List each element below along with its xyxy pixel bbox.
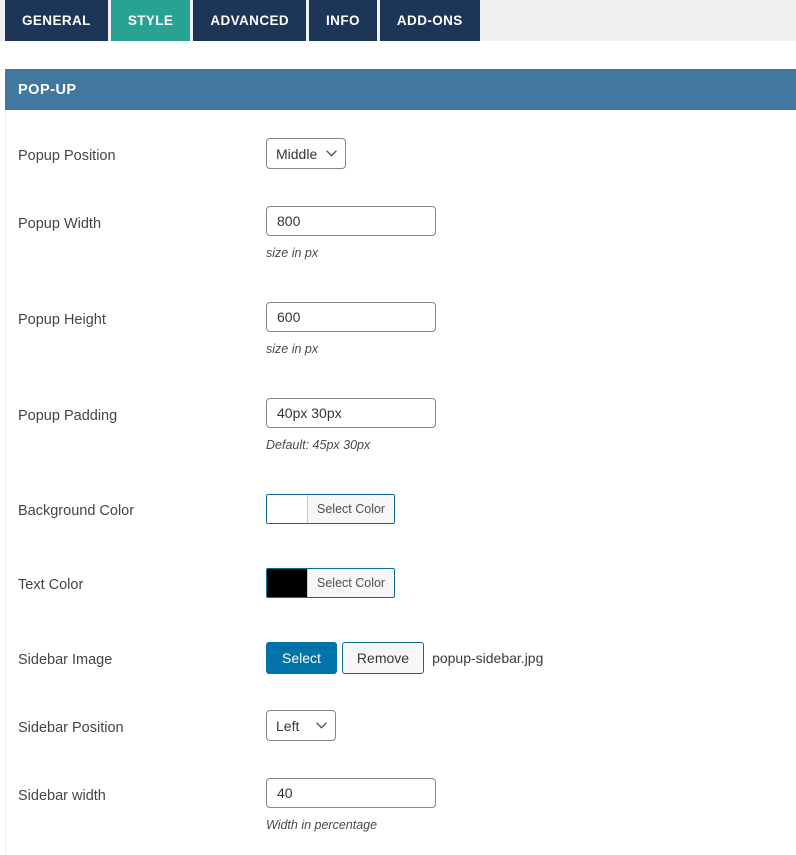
tab-bar: GENERAL STYLE ADVANCED INFO ADD-ONS bbox=[0, 0, 796, 41]
label-popup-padding: Popup Padding bbox=[18, 408, 118, 424]
field-row-popup-height: Popup Height size in px bbox=[0, 302, 796, 360]
text-color-swatch bbox=[267, 569, 308, 597]
hint-popup-width: size in px bbox=[266, 246, 319, 260]
field-row-popup-width: Popup Width size in px bbox=[0, 206, 796, 264]
label-sidebar-image: Sidebar Image bbox=[18, 652, 113, 668]
control-popup-position: Middle bbox=[266, 138, 346, 169]
tab-style[interactable]: STYLE bbox=[110, 0, 191, 41]
popup-position-select[interactable]: Middle bbox=[266, 138, 346, 169]
label-sidebar-width: Sidebar width bbox=[18, 788, 106, 804]
hint-popup-height: size in px bbox=[266, 342, 319, 356]
field-row-popup-position: Popup Position Middle bbox=[0, 138, 796, 186]
control-sidebar-image: Select Remove popup-sidebar.jpg bbox=[266, 642, 543, 674]
tab-addons[interactable]: ADD-ONS bbox=[379, 0, 480, 41]
tab-info[interactable]: INFO bbox=[309, 0, 377, 41]
tab-addons-label: ADD-ONS bbox=[396, 13, 463, 28]
hint-sidebar-width: Width in percentage bbox=[266, 818, 378, 832]
sidebar-image-buttons: Select Remove popup-sidebar.jpg bbox=[266, 642, 543, 674]
label-popup-width: Popup Width bbox=[18, 216, 102, 232]
popup-height-input[interactable] bbox=[266, 302, 436, 332]
control-background-color: Select Color bbox=[266, 494, 396, 528]
tab-advanced[interactable]: ADVANCED bbox=[193, 0, 307, 41]
sidebar-width-input[interactable] bbox=[266, 778, 436, 808]
field-row-text-color: Text Color Select Color bbox=[0, 568, 796, 616]
control-popup-height: size in px bbox=[266, 302, 436, 356]
section-header-popup: POP-UP bbox=[5, 69, 796, 110]
tab-general-label: GENERAL bbox=[22, 13, 91, 28]
label-sidebar-position: Sidebar Position bbox=[18, 720, 124, 736]
section-title: POP-UP bbox=[18, 81, 77, 98]
text-color-button-label: Select Color bbox=[308, 569, 395, 597]
background-color-picker[interactable]: Select Color bbox=[266, 494, 396, 524]
tab-style-label: STYLE bbox=[127, 13, 174, 28]
field-row-sidebar-image: Sidebar Image Select Remove popup-sideba… bbox=[0, 642, 796, 690]
field-row-background-color: Background Color Select Color bbox=[0, 494, 796, 542]
control-popup-padding: Default: 45px 30px bbox=[266, 398, 436, 452]
tab-general[interactable]: GENERAL bbox=[5, 0, 108, 41]
sidebar-image-remove-button[interactable]: Remove bbox=[341, 642, 425, 674]
popup-width-input[interactable] bbox=[266, 206, 436, 236]
control-sidebar-position: Left bbox=[266, 710, 336, 741]
label-background-color: Background Color bbox=[18, 503, 135, 519]
background-color-swatch bbox=[267, 495, 308, 523]
control-sidebar-width: Width in percentage bbox=[266, 778, 436, 832]
settings-form: Popup Position Middle Popup Width size i… bbox=[0, 110, 796, 855]
control-popup-width: size in px bbox=[266, 206, 436, 260]
tab-advanced-label: ADVANCED bbox=[210, 13, 290, 28]
field-row-sidebar-width: Sidebar width Width in percentage bbox=[0, 778, 796, 836]
label-popup-position: Popup Position bbox=[18, 148, 116, 164]
sidebar-image-select-button[interactable]: Select bbox=[266, 642, 337, 674]
popup-padding-input[interactable] bbox=[266, 398, 436, 428]
sidebar-image-filename: popup-sidebar.jpg bbox=[432, 650, 544, 666]
label-popup-height: Popup Height bbox=[18, 312, 106, 328]
field-row-sidebar-position: Sidebar Position Left bbox=[0, 710, 796, 758]
label-text-color: Text Color bbox=[18, 577, 84, 593]
hint-popup-padding: Default: 45px 30px bbox=[266, 438, 371, 452]
control-text-color: Select Color bbox=[266, 568, 396, 602]
background-color-button-label: Select Color bbox=[308, 495, 395, 523]
text-color-picker[interactable]: Select Color bbox=[266, 568, 396, 598]
sidebar-position-select[interactable]: Left bbox=[266, 710, 336, 741]
tab-info-label: INFO bbox=[326, 13, 360, 28]
field-row-popup-padding: Popup Padding Default: 45px 30px bbox=[0, 398, 796, 456]
